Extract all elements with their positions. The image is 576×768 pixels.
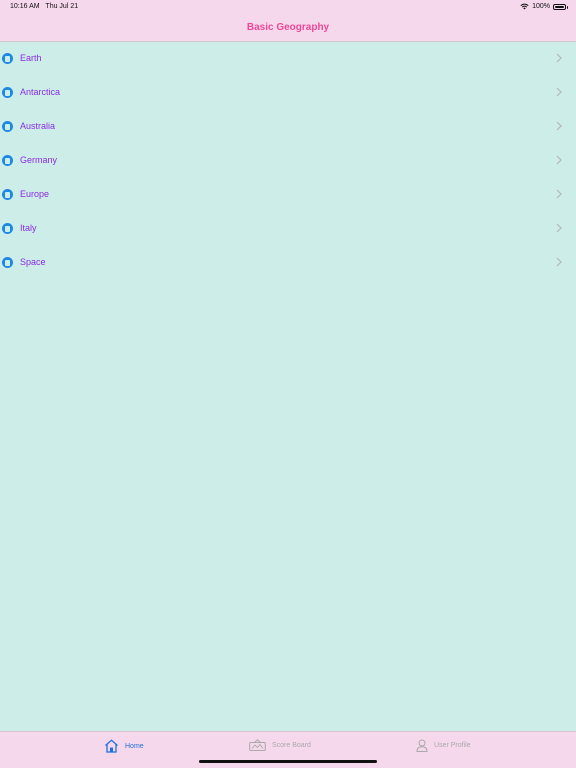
home-indicator [199, 760, 377, 763]
scoreboard-icon [249, 739, 266, 751]
list-item-antarctica[interactable]: Antarctica [0, 76, 576, 110]
wifi-icon [520, 3, 529, 10]
chevron-right-icon [556, 223, 562, 233]
navigation-bar: Basic Geography [0, 14, 576, 42]
chevron-right-icon [556, 87, 562, 97]
status-time: 10:16 AM Thu Jul 21 [10, 3, 78, 10]
user-icon [416, 739, 428, 752]
chevron-right-icon [556, 189, 562, 199]
topic-list: Earth Antarctica Australia Germany Europ… [0, 42, 576, 280]
chevron-right-icon [556, 155, 562, 165]
list-item-europe[interactable]: Europe [0, 178, 576, 212]
list-item-label: Antarctica [20, 87, 61, 97]
tab-user-profile-label: User Profile [434, 742, 471, 749]
book-icon [2, 189, 13, 200]
list-item-australia[interactable]: Australia [0, 110, 576, 144]
book-icon [2, 155, 13, 166]
chevron-right-icon [556, 121, 562, 131]
list-item-germany[interactable]: Germany [0, 144, 576, 178]
list-item-earth[interactable]: Earth [0, 42, 576, 76]
chevron-right-icon [556, 257, 562, 267]
status-indicators: 100% [520, 3, 568, 10]
page-title: Basic Geography [246, 22, 330, 33]
book-icon [2, 121, 13, 132]
list-item-label: Australia [20, 121, 56, 131]
status-bar: 10:16 AM Thu Jul 21 100% [0, 0, 576, 14]
tab-user-profile[interactable]: User Profile [416, 739, 471, 752]
battery-icon [553, 3, 568, 10]
book-icon [2, 53, 13, 64]
list-item-label: Europe [20, 189, 50, 199]
chevron-right-icon [556, 53, 562, 63]
home-icon [105, 739, 118, 753]
book-icon [2, 257, 13, 268]
book-icon [2, 223, 13, 234]
battery-percent: 100% [532, 3, 550, 10]
list-item-space[interactable]: Space [0, 246, 576, 280]
list-item-italy[interactable]: Italy [0, 212, 576, 246]
list-item-label: Italy [20, 223, 37, 233]
status-date-text: Thu Jul 21 [45, 3, 79, 10]
tab-score-board[interactable]: Score Board [249, 739, 311, 751]
book-icon [2, 87, 13, 98]
list-item-label: Space [20, 257, 46, 267]
list-item-label: Germany [20, 155, 58, 165]
status-time-text: 10:16 AM [10, 3, 40, 10]
list-item-label: Earth [20, 53, 42, 63]
tab-home-label: Home [125, 742, 144, 750]
tab-score-board-label: Score Board [272, 741, 311, 749]
tab-home[interactable]: Home [104, 739, 144, 753]
